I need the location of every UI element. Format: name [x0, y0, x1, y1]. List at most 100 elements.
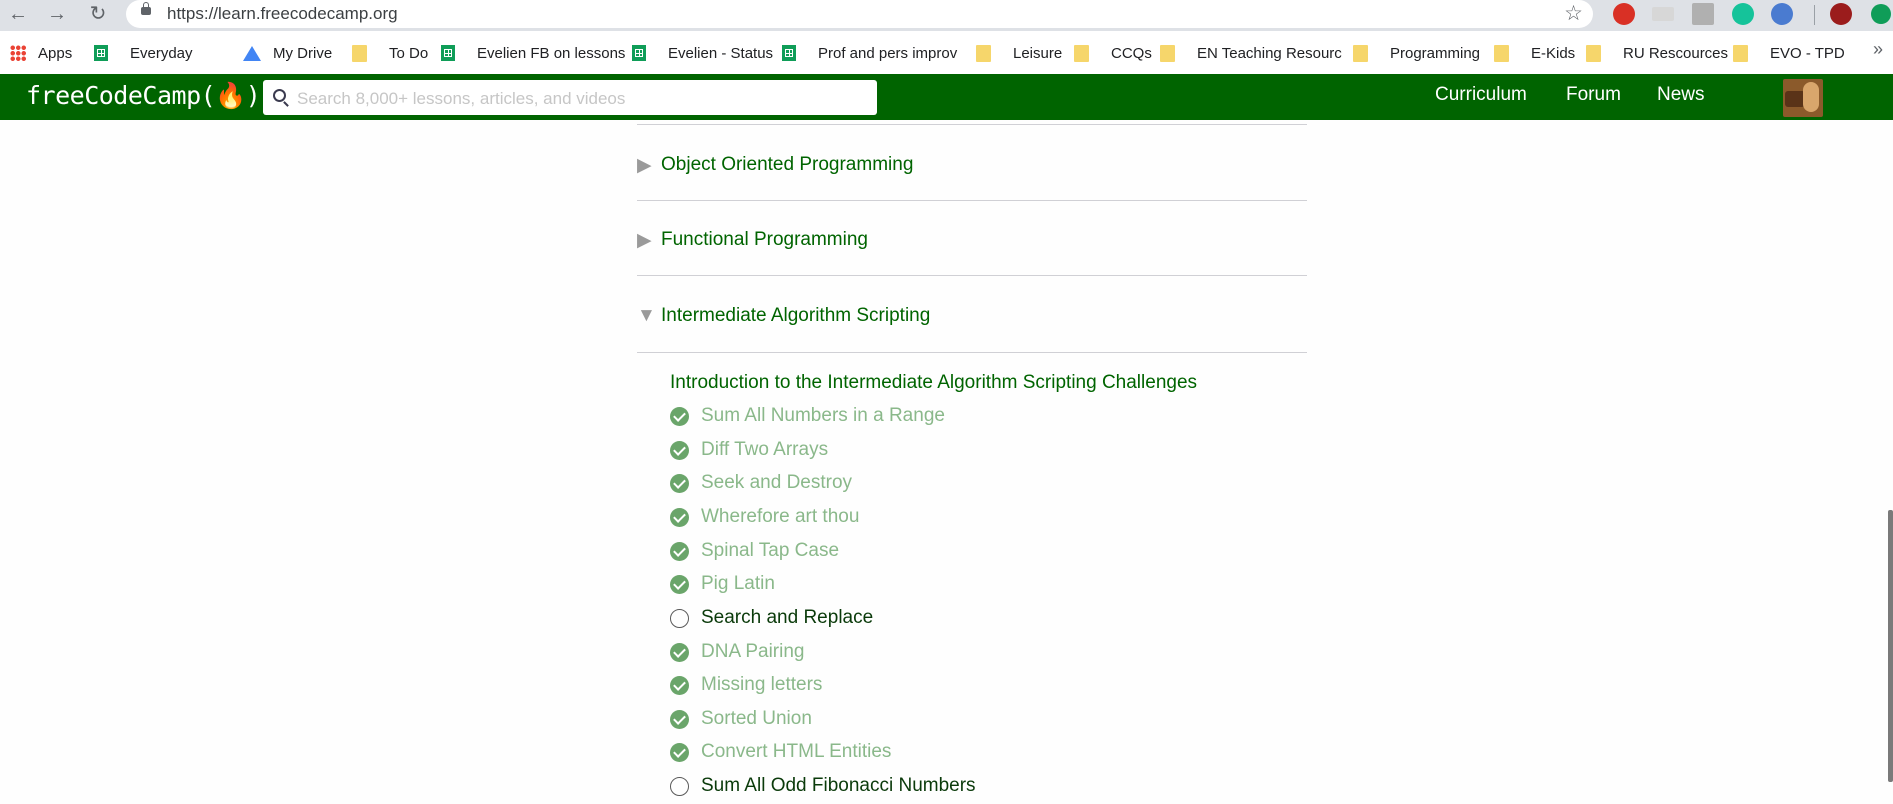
folder-icon — [1494, 44, 1509, 62]
extension-icon-2[interactable] — [1771, 3, 1793, 25]
challenge-title: Seek and Destroy — [701, 472, 853, 493]
nav-news-link[interactable]: News — [1657, 84, 1705, 106]
bookmarks-bar: Apps Everyday My Drive To Do Evelien FB … — [0, 31, 1893, 75]
block-intermediate-algorithm-scripting[interactable]: ▼ Intermediate Algorithm Scripting — [637, 298, 930, 334]
search-input[interactable] — [295, 80, 869, 117]
bookmark-label: Evelien - Status — [668, 44, 774, 62]
challenge-title: Spinal Tap Case — [701, 540, 840, 561]
challenge-item[interactable]: Convert HTML Entities — [670, 741, 891, 763]
challenge-item[interactable]: Missing letters — [670, 674, 822, 696]
collapsed-caret-icon: ▶ — [637, 229, 652, 251]
challenge-title: DNA Pairing — [701, 641, 805, 662]
grammarly-extension-icon[interactable] — [1732, 3, 1754, 25]
challenge-item[interactable]: Sum All Numbers in a Range — [670, 405, 945, 427]
challenge-title: Diff Two Arrays — [701, 439, 829, 460]
challenge-item[interactable]: Pig Latin — [670, 573, 775, 595]
toolbar-divider — [1814, 5, 1815, 25]
bookmark-to-do[interactable]: To Do — [352, 41, 428, 65]
bookmark-evo-tpd[interactable]: EVO - TPD — [1733, 41, 1845, 65]
bookmark-programming[interactable]: Programming — [1353, 41, 1480, 65]
back-arrow-icon[interactable]: ← — [4, 1, 32, 29]
challenge-item[interactable]: Sorted Union — [670, 708, 812, 730]
vertical-scrollbar[interactable] — [1888, 510, 1893, 782]
bookmark-label: EVO - TPD — [1770, 44, 1845, 62]
bookmark-my-drive[interactable]: My Drive — [243, 41, 332, 65]
check-circle-icon — [670, 742, 689, 762]
bookmark-label: RU Rescources — [1623, 44, 1729, 62]
bookmark-prof-pers[interactable]: Prof and pers improv — [782, 41, 957, 65]
bookmark-label: My Drive — [273, 44, 333, 62]
bookmark-label: Programming — [1390, 44, 1481, 62]
check-circle-icon — [670, 406, 689, 426]
block-title: Functional Programming — [661, 229, 868, 250]
sheet-icon — [632, 45, 646, 61]
fcc-navbar: freeCodeCamp(🔥) Curriculum Forum News — [0, 74, 1893, 120]
lock-icon — [141, 2, 151, 15]
divider — [637, 352, 1307, 353]
block-object-oriented-programming[interactable]: ▶ Object Oriented Programming — [637, 147, 913, 183]
block-functional-programming[interactable]: ▶ Functional Programming — [637, 222, 868, 258]
challenge-item[interactable]: Search and Replace — [670, 607, 873, 629]
url-text[interactable]: https://learn.freecodecamp.org — [167, 4, 398, 24]
block-title: Object Oriented Programming — [661, 154, 914, 175]
bookmark-label: E-Kids — [1531, 44, 1576, 62]
bookmark-ru-rescources[interactable]: RU Rescources — [1586, 41, 1728, 65]
challenge-title: Wherefore art thou — [701, 506, 860, 527]
challenge-item[interactable]: Sum All Odd Fibonacci Numbers — [670, 775, 976, 797]
bookmarks-overflow-icon[interactable]: » — [1873, 39, 1883, 60]
bookmark-everyday[interactable]: Everyday — [94, 41, 193, 65]
check-circle-icon — [670, 507, 689, 527]
bookmark-label: Leisure — [1013, 44, 1063, 62]
forward-arrow-icon[interactable]: → — [43, 1, 71, 29]
challenge-title: Pig Latin — [701, 573, 775, 594]
bookmark-evelien-fb[interactable]: Evelien FB on lessons — [441, 41, 625, 65]
check-circle-icon — [670, 675, 689, 695]
pdf-extension-icon[interactable] — [1692, 3, 1714, 25]
bookmark-ccqs[interactable]: CCQs — [1074, 41, 1152, 65]
challenge-item[interactable]: Wherefore art thou — [670, 506, 859, 528]
bookmark-label: CCQs — [1111, 44, 1152, 62]
challenge-title: Search and Replace — [701, 607, 874, 628]
check-circle-icon — [670, 709, 689, 729]
user-avatar[interactable] — [1783, 79, 1823, 117]
bookmark-en-teaching[interactable]: EN Teaching Resourc — [1160, 41, 1342, 65]
sheet-icon — [441, 45, 455, 61]
bookmark-leisure[interactable]: Leisure — [976, 41, 1062, 65]
divider — [637, 200, 1307, 201]
bookmark-apps[interactable]: Apps — [10, 41, 72, 65]
empty-circle-icon — [670, 776, 689, 796]
folder-icon — [1733, 44, 1748, 62]
fcc-logo[interactable]: freeCodeCamp(🔥) — [26, 81, 261, 111]
folder-icon — [1074, 44, 1089, 62]
search-box — [263, 80, 877, 117]
bookmark-label: Everyday — [130, 44, 193, 62]
check-circle-icon — [670, 440, 689, 460]
bookmark-e-kids[interactable]: E-Kids — [1494, 41, 1575, 65]
challenge-item[interactable]: DNA Pairing — [670, 641, 805, 663]
challenge-title: Convert HTML Entities — [701, 741, 892, 762]
bookmark-label: EN Teaching Resourc — [1197, 44, 1342, 62]
challenge-item[interactable]: Spinal Tap Case — [670, 540, 839, 562]
block-intro-link[interactable]: Introduction to the Intermediate Algorit… — [670, 372, 1197, 394]
check-circle-icon — [670, 541, 689, 561]
extension-icon[interactable] — [1652, 7, 1674, 21]
profile-avatar-icon[interactable] — [1830, 3, 1852, 25]
challenge-title: Sorted Union — [701, 708, 812, 729]
challenge-item[interactable]: Seek and Destroy — [670, 472, 852, 494]
update-arrow-icon[interactable] — [1871, 4, 1891, 24]
reload-icon[interactable]: ↻ — [84, 1, 112, 29]
bookmark-evelien-status[interactable]: Evelien - Status — [632, 41, 773, 65]
bookmark-star-icon[interactable]: ☆ — [1564, 1, 1583, 26]
collapsed-caret-icon: ▶ — [637, 154, 652, 176]
folder-icon — [352, 44, 367, 62]
bookmark-label: Apps — [38, 44, 73, 62]
address-bar[interactable]: https://learn.freecodecamp.org ☆ — [126, 0, 1593, 28]
challenge-title: Missing letters — [701, 674, 823, 695]
challenge-item[interactable]: Diff Two Arrays — [670, 439, 828, 461]
bookmark-label: Prof and pers improv — [818, 44, 958, 62]
nav-forum-link[interactable]: Forum — [1566, 84, 1621, 106]
adblock-extension-icon[interactable] — [1613, 3, 1635, 25]
nav-curriculum-link[interactable]: Curriculum — [1435, 84, 1527, 106]
divider — [637, 275, 1307, 276]
check-circle-icon — [670, 473, 689, 493]
